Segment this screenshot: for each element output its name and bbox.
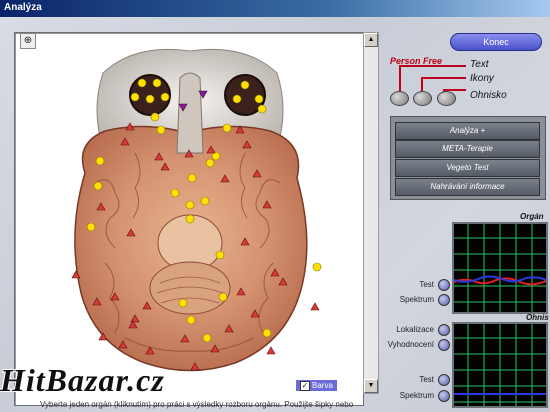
vegeto-test-button[interactable]: Vegeto Test (395, 159, 540, 177)
mode-text-label: Text (470, 59, 489, 70)
mode-text-radio[interactable] (390, 91, 409, 106)
analysis-window: Analýza ⊕ ▲ ▼ ✓ Barva Vyberte jeden orgá… (0, 0, 550, 412)
mode-ohnisko-label: Ohnisko (470, 90, 507, 101)
ohnisko-test-button[interactable] (438, 374, 450, 386)
brain-scan-image[interactable] (15, 33, 363, 405)
ohnisko-spectrum-label: Spektrum (399, 391, 434, 400)
ohnisko-oscilloscope (452, 322, 548, 408)
organ-test-button[interactable] (438, 279, 450, 291)
lokalizace-label: Lokalizace (396, 325, 434, 334)
meta-terapie-button[interactable]: META-Terapie (395, 140, 540, 158)
barva-checkbox[interactable]: ✓ (300, 380, 310, 391)
scroll-up-icon[interactable]: ▲ (364, 33, 378, 47)
window-title: Analýza (4, 2, 42, 13)
analyza-plus-button[interactable]: Analýza + (395, 122, 540, 140)
barva-label: Barva (312, 381, 333, 390)
organ-waveform (453, 224, 547, 312)
vyhodnoceni-button[interactable] (438, 339, 450, 351)
organ-scope-title: Orgán (520, 212, 544, 221)
vyhodnoceni-label: Vyhodnocení (387, 340, 434, 349)
watermark-logo: HitBazar.cz (0, 362, 165, 398)
brain-scan-viewer[interactable] (14, 32, 364, 406)
title-bar: Analýza (0, 0, 550, 17)
organ-oscilloscope (452, 222, 548, 314)
mode-icons-radio[interactable] (413, 91, 432, 106)
ohnisko-scope-title: Ohnis (526, 313, 549, 322)
mode-ohnisko-radio[interactable] (437, 91, 456, 106)
magnifier-icon[interactable]: ⊕ (20, 33, 36, 49)
nahravani-informace-button[interactable]: Nahrávání informace (395, 178, 540, 196)
organ-spectrum-label: Spektrum (399, 295, 434, 304)
mode-icons-label: Ikony (470, 73, 494, 84)
lokalizace-button[interactable] (438, 324, 450, 336)
organ-spectrum-button[interactable] (438, 294, 450, 306)
barva-toggle[interactable]: ✓ Barva (296, 380, 337, 391)
ohnisko-test-label: Test (419, 375, 434, 384)
ohnisko-waveform (454, 324, 546, 406)
ohnisko-spectrum-button[interactable] (438, 390, 450, 402)
konec-button[interactable]: Konec (450, 33, 542, 51)
status-hint: Vyberte jeden orgán (kliknutím) pro prác… (40, 400, 354, 409)
organ-test-label: Test (419, 280, 434, 289)
